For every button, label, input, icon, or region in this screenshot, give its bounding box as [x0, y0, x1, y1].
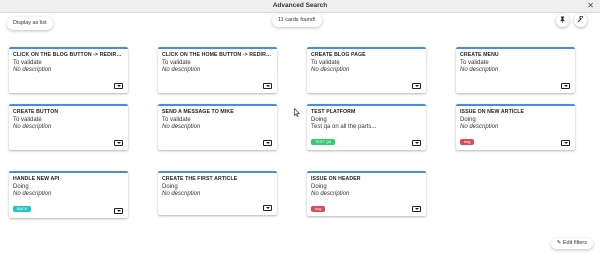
expand-icon[interactable] — [263, 205, 272, 211]
card-status: To validate — [162, 117, 191, 123]
card-status: To validate — [311, 60, 340, 66]
card-status: Doing — [460, 117, 476, 123]
title-bar: Advanced Search ✕ — [0, 0, 600, 13]
card-status: To validate — [162, 60, 191, 66]
task-card[interactable]: HANDLE NEW API Doing No description BACK — [9, 171, 128, 218]
card-title: CLICK ON THE BLOG BUTTON -> REDIRECT TO … — [13, 52, 124, 58]
card-status: To validate — [13, 117, 42, 123]
card-description: No description — [162, 67, 201, 73]
edit-filters-label: Edit filters — [562, 240, 587, 246]
card-title: CREATE BLOG PAGE — [311, 52, 366, 58]
task-card[interactable]: CREATE BUTTON To validate No description — [9, 104, 128, 150]
cards-found-count: 11 cards found! — [272, 14, 322, 27]
card-tag: BACK — [13, 206, 32, 212]
expand-icon[interactable] — [114, 140, 123, 146]
card-status: Doing — [162, 184, 178, 190]
card-status: Doing — [13, 184, 29, 190]
pencil-icon: ✎ — [556, 240, 562, 246]
task-card[interactable]: CLICK ON THE BLOG BUTTON -> REDIRECT TO … — [9, 47, 128, 93]
card-description: No description — [162, 191, 201, 197]
task-card[interactable]: CREATE THE FIRST ARTICLE Doing No descript… — [158, 171, 277, 215]
task-card[interactable]: ISSUE ON NEW ARTICLE Doing No description b… — [456, 104, 575, 150]
task-card[interactable]: CLICK ON THE HOME BUTTON -> REDIRECT T..… — [158, 47, 277, 93]
wrench-icon[interactable] — [574, 14, 587, 27]
card-description: Test qa on all the parts... — [311, 124, 377, 130]
card-description: No description — [13, 124, 52, 130]
card-title: ISSUE ON NEW ARTICLE — [460, 109, 525, 115]
task-card[interactable]: CREATE MENU To validate No description — [456, 47, 575, 93]
display-as-list-button[interactable]: Display as list — [7, 17, 53, 30]
mouse-cursor-icon — [294, 108, 300, 117]
card-description: No description — [13, 191, 52, 197]
window-title: Advanced Search — [272, 2, 328, 9]
expand-icon[interactable] — [412, 206, 421, 212]
expand-icon[interactable] — [263, 140, 272, 146]
card-title: CREATE THE FIRST ARTICLE — [162, 176, 238, 182]
card-title: SEND A MESSAGE TO MIKE — [162, 109, 234, 115]
task-card[interactable]: SEND A MESSAGE TO MIKE To validate No desc… — [158, 104, 277, 150]
task-card[interactable]: CREATE BLOG PAGE To validate No descriptio… — [307, 47, 426, 93]
edit-filters-button[interactable]: ✎ Edit filters — [550, 238, 593, 249]
expand-icon[interactable] — [561, 140, 570, 146]
card-status: Doing — [311, 117, 327, 123]
expand-icon[interactable] — [114, 208, 123, 214]
card-status: To validate — [13, 60, 42, 66]
card-description: No description — [460, 124, 499, 130]
card-status: Doing — [311, 184, 327, 190]
expand-icon[interactable] — [561, 83, 570, 89]
task-card[interactable]: ISSUE ON HEADER Doing No description bug — [307, 171, 426, 216]
card-description: No description — [13, 67, 52, 73]
card-tag: bug — [460, 139, 475, 145]
close-icon[interactable]: ✕ — [587, 1, 594, 11]
expand-icon[interactable] — [114, 83, 123, 89]
expand-icon[interactable] — [412, 140, 421, 146]
card-status: To validate — [460, 60, 489, 66]
card-title: CREATE BUTTON — [13, 109, 59, 115]
card-title: CREATE MENU — [460, 52, 499, 58]
card-title: ISSUE ON HEADER — [311, 176, 361, 182]
card-title: HANDLE NEW API — [13, 176, 60, 182]
card-title: CLICK ON THE HOME BUTTON -> REDIRECT T..… — [162, 52, 273, 58]
expand-icon[interactable] — [263, 83, 272, 89]
card-description: No description — [311, 191, 350, 197]
card-description: No description — [162, 124, 201, 130]
card-description: No description — [460, 67, 499, 73]
pin-icon[interactable] — [556, 14, 569, 27]
card-description: No description — [311, 67, 350, 73]
card-title: TEST PLATFORM — [311, 109, 356, 115]
task-card[interactable]: TEST PLATFORM Doing Test qa on all the par… — [307, 104, 426, 150]
card-tag: TEST QA — [311, 139, 336, 145]
expand-icon[interactable] — [412, 83, 421, 89]
card-tag: bug — [311, 206, 326, 212]
